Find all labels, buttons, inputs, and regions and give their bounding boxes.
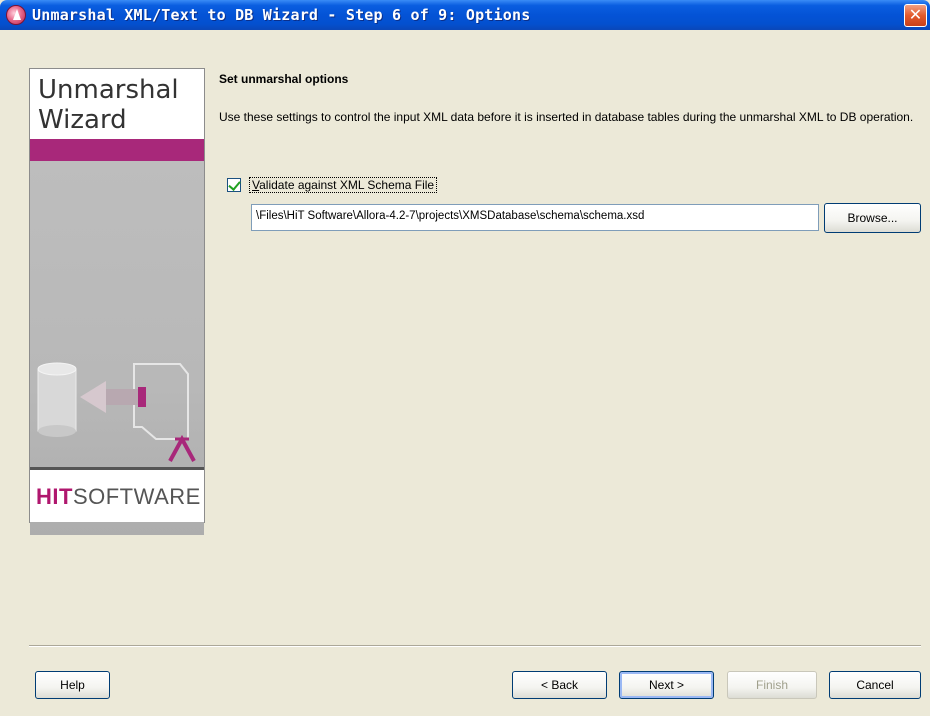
app-icon: [6, 5, 26, 25]
schema-file-path-field[interactable]: \Files\HiT Software\Allora-4.2-7\project…: [251, 204, 819, 231]
logo-hit-text: HIT: [36, 484, 73, 509]
database-icon: [37, 362, 77, 437]
validate-schema-row[interactable]: Validate against XML Schema File: [227, 176, 438, 194]
title-bar[interactable]: Unmarshal XML/Text to DB Wizard - Step 6…: [0, 0, 930, 30]
database-transfer-illustration: [37, 362, 196, 462]
back-button[interactable]: < Back: [512, 671, 607, 699]
footer-divider: [29, 645, 921, 647]
finish-button[interactable]: Finish: [727, 671, 817, 699]
sidebar-title: Unmarshal Wizard: [38, 75, 179, 135]
page-description: Use these settings to control the input …: [219, 110, 914, 124]
help-button[interactable]: Help: [35, 671, 110, 699]
validate-schema-checkbox[interactable]: [227, 178, 241, 192]
window-title: Unmarshal XML/Text to DB Wizard - Step 6…: [32, 6, 531, 24]
validate-schema-label[interactable]: Validate against XML Schema File: [249, 177, 438, 193]
logo-software-text: SOFTWARE: [72, 484, 201, 509]
cancel-button[interactable]: Cancel: [829, 671, 921, 699]
hit-software-logo: HITSOFTWARE: [30, 467, 204, 522]
sidebar-accent-band: [30, 139, 204, 161]
browse-button[interactable]: Browse...: [824, 203, 921, 233]
sidebar-header: Unmarshal Wizard: [30, 69, 204, 139]
next-button[interactable]: Next >: [619, 671, 714, 699]
arrow-icon: [80, 381, 146, 413]
wizard-sidebar: Unmarshal Wizard HITSOFTWARE: [29, 68, 205, 535]
close-button[interactable]: ✕: [904, 4, 927, 27]
page-heading: Set unmarshal options: [219, 72, 349, 86]
wizard-window: Unmarshal XML/Text to DB Wizard - Step 6…: [0, 0, 930, 716]
allora-x-icon: [168, 434, 196, 462]
